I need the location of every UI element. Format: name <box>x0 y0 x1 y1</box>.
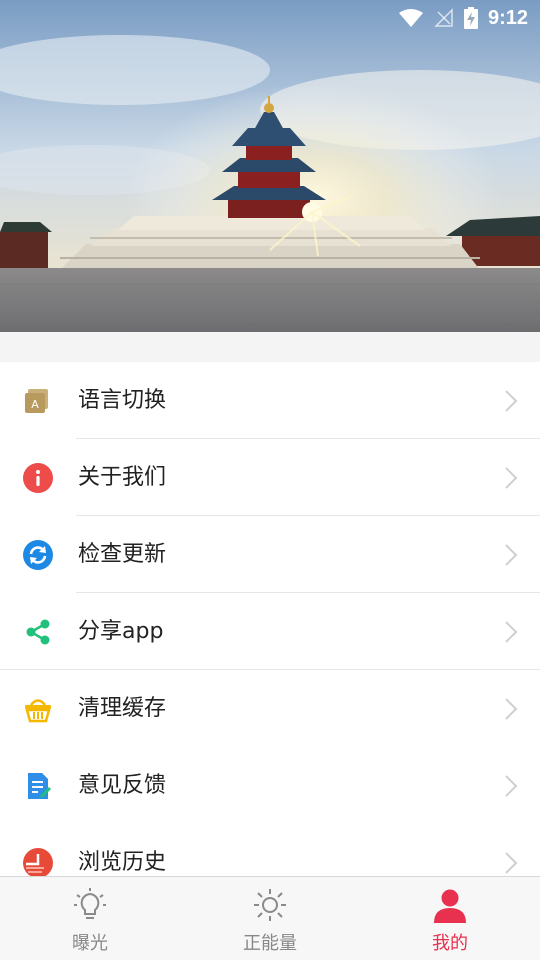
menu-item-label: 清理缓存 <box>78 696 167 721</box>
tab-exposure[interactable]: 曝光 <box>0 877 180 961</box>
sun-icon <box>254 889 286 921</box>
battery-charging-icon <box>463 7 478 29</box>
tab-label: 我的 <box>432 933 468 954</box>
menu-item-label: 检查更新 <box>78 542 167 567</box>
refresh-icon <box>23 540 53 570</box>
menu-item-about-us[interactable]: 关于我们 <box>0 439 540 516</box>
menu-item-label: 分享app <box>78 619 164 644</box>
tab-mine[interactable]: 我的 <box>360 877 540 961</box>
tab-label: 曝光 <box>72 933 108 954</box>
info-icon <box>23 463 53 493</box>
chevron-right-icon <box>505 467 518 489</box>
no-signal-icon <box>434 8 453 27</box>
language-icon: A <box>25 389 48 413</box>
lightbulb-icon <box>74 888 106 919</box>
settings-menu-list: A 语言切换 关于我们 检查更新 分享app 清理缓存 意见反馈 浏览历史 <box>0 362 540 876</box>
tab-positive-energy[interactable]: 正能量 <box>180 877 360 961</box>
status-bar: 9:12 <box>360 0 540 36</box>
chevron-right-icon <box>505 621 518 643</box>
menu-item-label: 浏览历史 <box>78 850 167 875</box>
chevron-right-icon <box>505 698 518 720</box>
menu-item-language[interactable]: A 语言切换 <box>0 362 540 439</box>
clock-time: 9:12 <box>487 6 528 29</box>
share-icon <box>26 619 50 645</box>
menu-item-share-app[interactable]: 分享app <box>0 593 540 670</box>
chevron-right-icon <box>505 775 518 797</box>
basket-icon <box>25 699 51 723</box>
chevron-right-icon <box>505 544 518 566</box>
menu-item-check-update[interactable]: 检查更新 <box>0 516 540 593</box>
menu-item-label: 意见反馈 <box>78 773 167 798</box>
menu-item-feedback[interactable]: 意见反馈 <box>0 747 540 824</box>
menu-item-label: 语言切换 <box>78 388 167 413</box>
menu-item-clear-cache[interactable]: 清理缓存 <box>0 670 540 747</box>
chevron-right-icon <box>505 852 518 874</box>
wifi-icon <box>398 9 423 27</box>
menu-item-label: 关于我们 <box>78 465 167 490</box>
history-icon <box>23 848 53 876</box>
bottom-tab-bar: 曝光 正能量 我的 <box>0 876 540 960</box>
menu-item-browse-history[interactable]: 浏览历史 <box>0 824 540 876</box>
temple-of-heaven-photo <box>0 0 540 332</box>
section-spacer <box>0 332 540 362</box>
header-banner-image: 9:12 <box>0 0 540 332</box>
person-icon <box>434 889 466 923</box>
chevron-right-icon <box>505 390 518 412</box>
feedback-icon <box>28 773 52 799</box>
svg-text:A: A <box>31 398 39 411</box>
tab-label: 正能量 <box>243 933 297 954</box>
